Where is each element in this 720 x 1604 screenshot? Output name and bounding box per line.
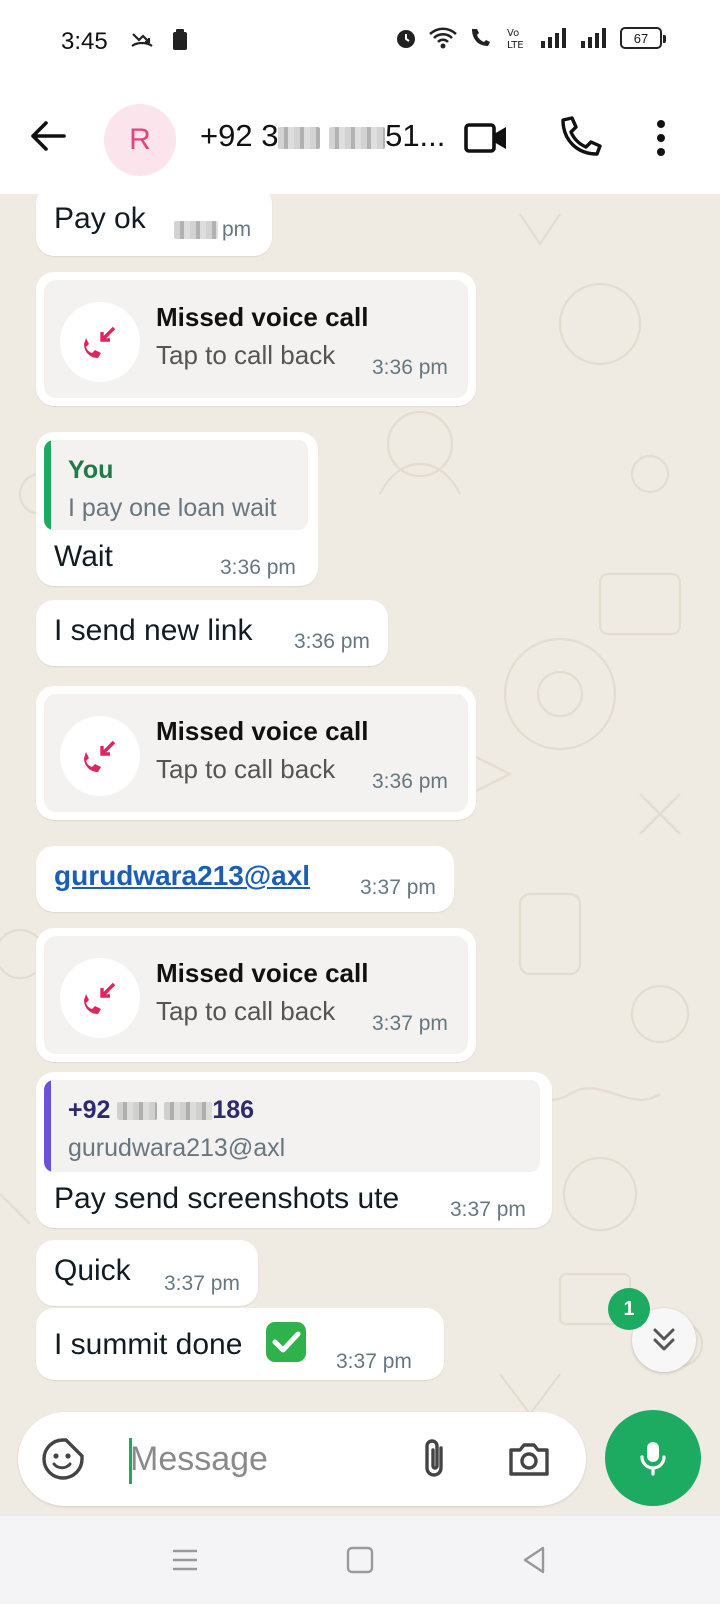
missed-call-icon xyxy=(84,982,116,1014)
quoted-message[interactable]: +92 186 gurudwara213@axl xyxy=(44,1080,540,1172)
avatar[interactable]: R xyxy=(104,104,176,176)
missed-call-bubble[interactable]: Missed voice call Tap to call back 3:37 … xyxy=(36,928,476,1062)
camera-icon[interactable] xyxy=(506,1436,552,1482)
double-chevron-down-icon xyxy=(653,1328,675,1351)
message-bubble-incoming[interactable]: I summit done 3:37 pm xyxy=(36,1308,444,1380)
home-icon[interactable] xyxy=(340,1542,380,1578)
message-input[interactable] xyxy=(112,1432,412,1486)
wifi-calling-icon xyxy=(472,29,490,46)
chat-header: R +92 3 51... xyxy=(0,84,720,194)
message-bubble-incoming[interactable]: I send new link 3:36 pm xyxy=(36,600,388,666)
unread-count-badge: 1 xyxy=(608,1288,650,1330)
missed-call-icon xyxy=(84,326,116,358)
svg-text:LTE: LTE xyxy=(507,40,524,50)
back-arrow-icon[interactable] xyxy=(28,116,68,156)
reply-message-bubble[interactable]: You I pay one loan wait Wait 3:36 pm xyxy=(36,432,318,586)
status-time: 3:45 xyxy=(61,28,108,55)
clipboard-notification-icon xyxy=(173,29,187,50)
message-bubble-incoming[interactable]: Quick 3:37 pm xyxy=(36,1240,258,1306)
sticker-emoji-icon[interactable] xyxy=(40,1436,86,1482)
reply-message-bubble[interactable]: +92 186 gurudwara213@axl Pay send screen… xyxy=(36,1072,552,1228)
volte-icon: VoLTE xyxy=(507,28,524,50)
attach-paperclip-icon[interactable] xyxy=(412,1436,458,1482)
missed-call-bubble[interactable]: Missed voice call Tap to call back 3:36 … xyxy=(36,272,476,406)
more-options-icon[interactable] xyxy=(637,114,685,162)
missed-call-notification-icon xyxy=(131,33,153,47)
system-navigation-bar xyxy=(0,1516,720,1604)
message-bubble-incoming[interactable]: Pay ok pm xyxy=(36,194,272,256)
wifi-icon xyxy=(429,27,457,49)
signal-icon-sim1 xyxy=(541,28,566,48)
microphone-icon xyxy=(640,1442,666,1476)
missed-call-bubble[interactable]: Missed voice call Tap to call back 3:36 … xyxy=(36,686,476,820)
check-mark-emoji-icon xyxy=(266,1322,306,1362)
signal-icon-sim2 xyxy=(581,28,606,48)
quoted-message[interactable]: You I pay one loan wait xyxy=(44,440,308,530)
recent-apps-icon[interactable] xyxy=(165,1542,205,1578)
message-composer xyxy=(18,1412,586,1506)
battery-indicator: 67 xyxy=(620,27,666,49)
voice-message-button[interactable] xyxy=(605,1410,701,1506)
message-bubble-link[interactable]: gurudwara213@axl 3:37 pm xyxy=(36,846,454,912)
status-bar: 3:45 Vo LTE 67 xyxy=(0,0,720,84)
voice-call-icon[interactable] xyxy=(555,114,603,162)
alarm-icon xyxy=(397,30,415,48)
upi-link[interactable]: gurudwara213@axl xyxy=(54,860,310,892)
back-nav-icon[interactable] xyxy=(515,1542,555,1578)
svg-text:Vo: Vo xyxy=(507,28,519,39)
contact-name[interactable]: +92 3 51... xyxy=(200,118,445,154)
missed-call-icon xyxy=(84,740,116,772)
video-call-icon[interactable] xyxy=(462,114,510,162)
